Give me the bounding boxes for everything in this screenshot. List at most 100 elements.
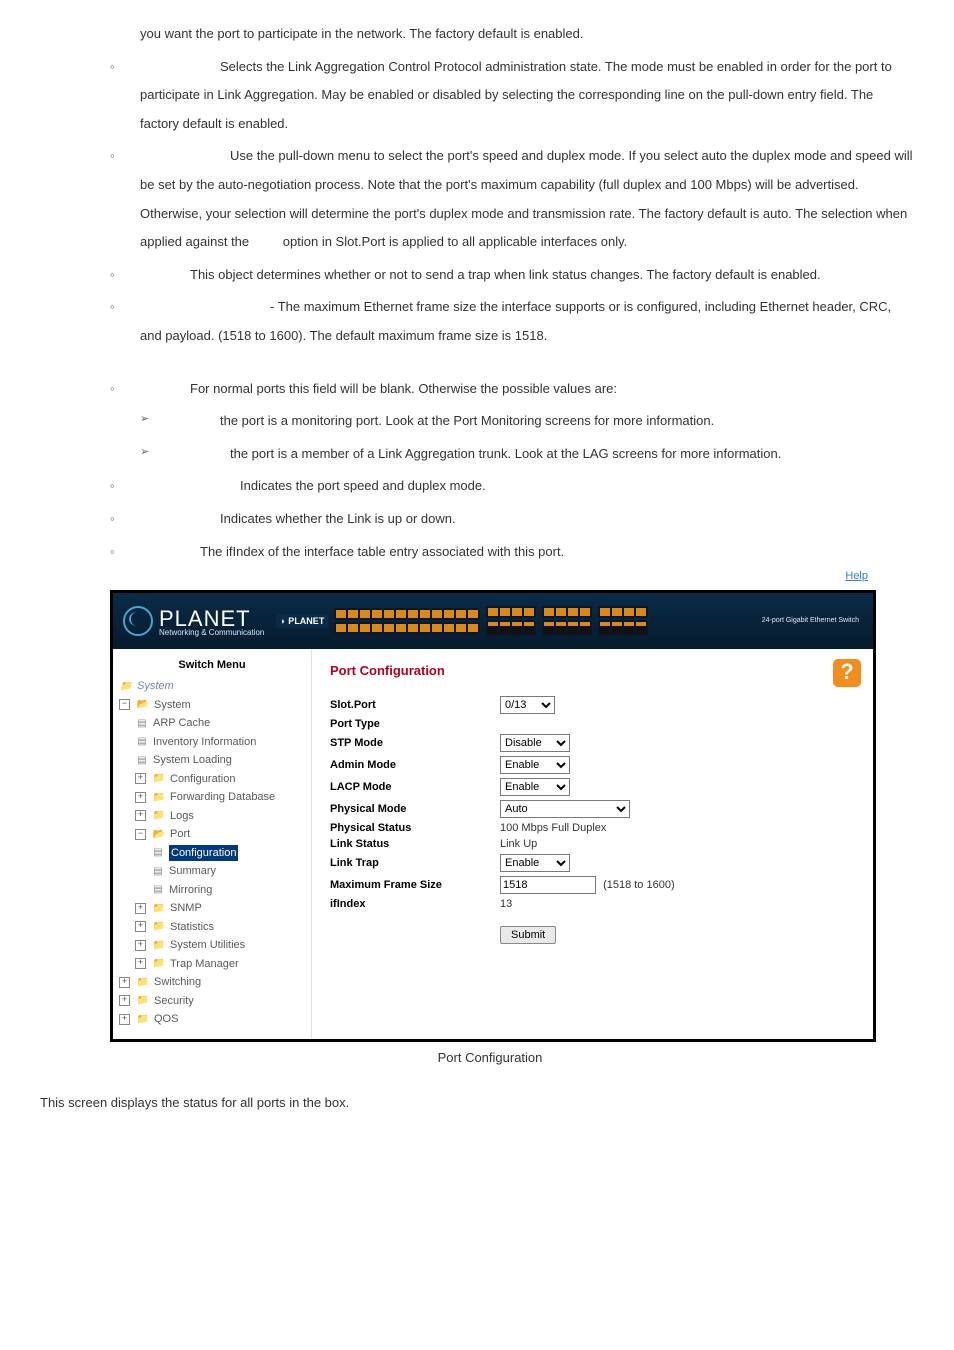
doc-p7: the port is a member of a Link Aggregati…: [110, 440, 914, 469]
select-link-trap[interactable]: Enable: [500, 854, 570, 872]
doc-icon: ▤: [151, 884, 165, 896]
label-link-status: Link Status: [330, 838, 500, 850]
doc-p0: you want the port to participate in the …: [110, 20, 914, 49]
input-max-frame[interactable]: [500, 876, 596, 894]
sidebar: Switch Menu 📁System −📂System ▤ARP Cache …: [113, 649, 312, 1039]
label-port-type: Port Type: [330, 718, 500, 730]
folder-icon: 📁: [152, 921, 166, 933]
doc-p2: Use the pull-down menu to select the por…: [110, 142, 914, 256]
label-phys-status: Physical Status: [330, 822, 500, 834]
doc-icon: ▤: [151, 847, 165, 859]
label-slot-port: Slot.Port: [330, 699, 500, 711]
expand-icon[interactable]: +: [119, 1014, 130, 1025]
tree-logs[interactable]: +📁Logs: [119, 807, 305, 826]
help-icon[interactable]: ?: [833, 659, 861, 687]
doc-body: you want the port to participate in the …: [110, 20, 914, 566]
device-label: 24-port Gigabit Ethernet Switch: [762, 617, 859, 625]
tree-inventory[interactable]: ▤Inventory Information: [119, 733, 305, 752]
collapse-icon[interactable]: −: [135, 829, 146, 840]
tree-snmp[interactable]: +📁SNMP: [119, 899, 305, 918]
main-panel: ? Port Configuration Slot.Port 0/13 Port…: [312, 649, 873, 1039]
doc-p6: the port is a monitoring port. Look at t…: [110, 407, 914, 436]
tree-stats[interactable]: +📁Statistics: [119, 918, 305, 937]
doc-p1: Selects the Link Aggregation Control Pro…: [110, 53, 914, 139]
doc-icon: ▤: [151, 865, 165, 877]
doc-p4: - The maximum Ethernet frame size the in…: [110, 293, 914, 350]
doc-p5: For normal ports this field will be blan…: [110, 375, 914, 404]
doc-icon: ▤: [135, 754, 149, 766]
value-ifindex: 13: [500, 898, 512, 910]
tree-qos[interactable]: +📁QOS: [119, 1010, 305, 1029]
doc-p8: Indicates the port speed and duplex mode…: [110, 472, 914, 501]
tree-port-mirror[interactable]: ▤Mirroring: [119, 881, 305, 900]
folder-open-icon: 📂: [152, 828, 166, 840]
doc-p10: The ifIndex of the interface table entry…: [110, 538, 914, 567]
label-link-trap: Link Trap: [330, 857, 500, 869]
expand-icon[interactable]: +: [135, 792, 146, 803]
folder-icon: 📁: [136, 976, 150, 988]
label-ifindex: ifIndex: [330, 898, 500, 910]
select-stp-mode[interactable]: Disable: [500, 734, 570, 752]
expand-icon[interactable]: +: [135, 810, 146, 821]
brand-logo: PLANET Networking & Communication: [123, 606, 264, 637]
tree-config[interactable]: +📁Configuration: [119, 770, 305, 789]
folder-icon: 📁: [152, 791, 166, 803]
folder-icon: 📁: [136, 995, 150, 1007]
help-link-top[interactable]: Help: [110, 570, 868, 582]
brand-subtitle: Networking & Communication: [159, 628, 264, 637]
expand-icon[interactable]: +: [119, 977, 130, 988]
expand-icon[interactable]: +: [135, 921, 146, 932]
tree-system[interactable]: −📂System: [119, 696, 305, 715]
tree-port-summary[interactable]: ▤Summary: [119, 862, 305, 881]
expand-icon[interactable]: +: [135, 958, 146, 969]
tree-arp[interactable]: ▤ARP Cache: [119, 714, 305, 733]
collapse-icon[interactable]: −: [119, 699, 130, 710]
folder-icon: 📁: [152, 958, 166, 970]
folder-icon: 📁: [152, 902, 166, 914]
folder-icon: 📁: [152, 810, 166, 822]
screenshot-panel: PLANET Networking & Communication ◗ PLAN…: [110, 590, 876, 1042]
expand-icon[interactable]: +: [135, 903, 146, 914]
expand-icon[interactable]: +: [135, 940, 146, 951]
folder-icon: 📁: [152, 939, 166, 951]
tree-port-config[interactable]: ▤Configuration: [119, 844, 305, 863]
select-slot-port[interactable]: 0/13: [500, 696, 555, 714]
doc-icon: ▤: [135, 717, 149, 729]
tree-fwd[interactable]: +📁Forwarding Database: [119, 788, 305, 807]
tree-root[interactable]: 📁System: [119, 677, 305, 696]
value-link-status: Link Up: [500, 838, 537, 850]
mini-brand: ◗ PLANET: [276, 614, 328, 628]
tree-sysutil[interactable]: +📁System Utilities: [119, 936, 305, 955]
select-phys-mode[interactable]: Auto: [500, 800, 630, 818]
doc-p3: This object determines whether or not to…: [110, 261, 914, 290]
tree-trap[interactable]: +📁Trap Manager: [119, 955, 305, 974]
sidebar-title: Switch Menu: [113, 649, 311, 677]
select-lacp-mode[interactable]: Enable: [500, 778, 570, 796]
port-config-form: Slot.Port 0/13 Port Type STP Mode Disabl…: [330, 696, 855, 944]
device-header: PLANET Networking & Communication ◗ PLAN…: [113, 593, 873, 649]
submit-button[interactable]: Submit: [500, 926, 556, 944]
footer-text: This screen displays the status for all …: [40, 1095, 914, 1110]
doc-icon: ▤: [135, 736, 149, 748]
folder-icon: 📁: [119, 680, 133, 692]
expand-icon[interactable]: +: [135, 773, 146, 784]
planet-logo-icon: [123, 606, 153, 636]
panel-title: Port Configuration: [330, 663, 855, 678]
select-admin-mode[interactable]: Enable: [500, 756, 570, 774]
range-max-frame: (1518 to 1600): [603, 879, 675, 891]
doc-p9: Indicates whether the Link is up or down…: [110, 505, 914, 534]
tree-port[interactable]: −📂Port: [119, 825, 305, 844]
label-max-frame: Maximum Frame Size: [330, 879, 500, 891]
tree-security[interactable]: +📁Security: [119, 992, 305, 1011]
folder-open-icon: 📂: [136, 699, 150, 711]
figure-caption: Port Configuration: [110, 1050, 870, 1065]
label-admin-mode: Admin Mode: [330, 759, 500, 771]
label-phys-mode: Physical Mode: [330, 803, 500, 815]
value-phys-status: 100 Mbps Full Duplex: [500, 822, 606, 834]
tree-switching[interactable]: +📁Switching: [119, 973, 305, 992]
expand-icon[interactable]: +: [119, 995, 130, 1006]
device-port-graphic: ◗ PLANET 24-port Gigabit Etherne: [276, 603, 863, 639]
folder-icon: 📁: [152, 773, 166, 785]
tree-loading[interactable]: ▤System Loading: [119, 751, 305, 770]
folder-icon: 📁: [136, 1013, 150, 1025]
